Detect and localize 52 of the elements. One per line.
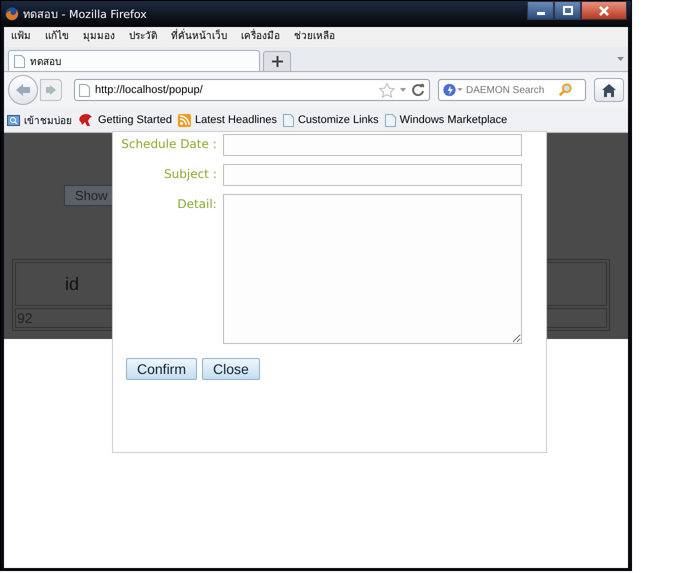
new-tab-button[interactable] — [263, 51, 291, 71]
dialog-button[interactable]: Close — [202, 358, 260, 380]
input-field[interactable] — [222, 134, 522, 156]
menu-item[interactable]: แก้ไข — [45, 30, 69, 44]
caret-icon[interactable] — [617, 57, 624, 61]
menu-item[interactable]: แฟ้ม — [11, 30, 31, 44]
search-input[interactable]: DAEMON Search — [464, 84, 558, 96]
feed-icon — [178, 114, 191, 126]
field-label: Detail: — [176, 196, 217, 211]
bookmark-link[interactable]: เข้าชมบ่อย — [24, 112, 72, 128]
menu-item[interactable]: เครื่องมือ — [241, 30, 280, 44]
search-field[interactable]: DAEMON Search — [438, 79, 586, 101]
dialog-button[interactable]: Confirm — [126, 358, 198, 380]
firefox-logo-icon — [5, 7, 19, 21]
browser-tab[interactable]: ทดสอบ — [8, 50, 260, 71]
forward-arrow-icon — [46, 85, 56, 95]
reload-icon[interactable] — [411, 83, 425, 97]
field-label: Subject : — [163, 166, 217, 181]
bookmark-link[interactable]: Getting Started — [98, 114, 172, 126]
bookmark-link[interactable]: Latest Headlines — [195, 114, 277, 126]
star-icon[interactable] — [379, 82, 395, 98]
back-arrow-icon — [16, 84, 30, 96]
window-title: ทดสอบ - Mozilla Firefox — [23, 7, 147, 23]
page-icon — [14, 54, 25, 68]
page-icon — [282, 114, 294, 126]
home-icon — [602, 84, 616, 96]
page-icon — [384, 114, 396, 126]
close-icon — [599, 6, 609, 16]
search-folder-icon — [7, 114, 20, 126]
caret-icon[interactable] — [400, 88, 406, 92]
text-area[interactable] — [222, 194, 522, 344]
input-field[interactable] — [222, 164, 522, 186]
address-field[interactable]: http://localhost/popup/ — [74, 79, 430, 101]
menu-item[interactable]: มุมมอง — [83, 30, 115, 44]
search-icon[interactable] — [558, 82, 572, 98]
menu-item[interactable]: ที่คั่นหน้าเว็บ — [171, 30, 227, 44]
close-button[interactable] — [581, 1, 627, 20]
plus-icon — [272, 56, 282, 67]
home-button[interactable] — [594, 78, 624, 102]
minimize-button[interactable] — [527, 1, 554, 20]
menu-item[interactable]: ช่วยเหลือ — [294, 30, 335, 44]
bookmark-link[interactable]: Customize Links — [298, 114, 379, 126]
back-button[interactable] — [8, 75, 38, 105]
menu-item[interactable]: ประวัติ — [129, 30, 157, 44]
maximize-icon — [562, 6, 572, 16]
field-label: Schedule Date : — [120, 136, 217, 151]
forward-button[interactable] — [40, 79, 62, 101]
minimize-icon — [536, 12, 544, 15]
bookmark-link[interactable]: Windows Marketplace — [400, 114, 508, 126]
maximize-button[interactable] — [554, 1, 581, 20]
search-engine-icon[interactable] — [442, 83, 464, 97]
page-icon — [79, 84, 90, 96]
